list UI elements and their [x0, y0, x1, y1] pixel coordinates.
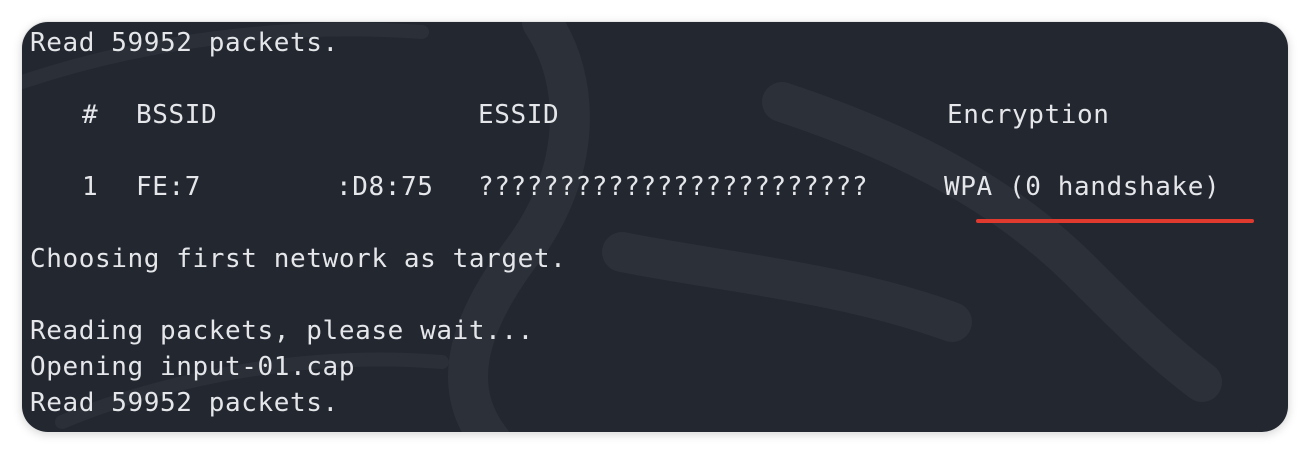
table-header-essid: ESSID: [478, 100, 560, 130]
table-row-encryption: WPA (0 handshake): [944, 172, 1221, 202]
table-header-bssid: BSSID: [136, 100, 218, 130]
output-line-read-packets-bottom: Read 59952 packets.: [30, 388, 339, 418]
table-header-number: #: [82, 100, 99, 130]
table-row-number: 1: [82, 172, 99, 202]
output-line-reading-packets: Reading packets, please wait...: [30, 316, 534, 346]
terminal-window: Read 59952 packets. # BSSID ESSID Encryp…: [22, 22, 1288, 432]
output-line-read-packets: Read 59952 packets.: [30, 28, 339, 58]
table-row-bssid-start: FE:7: [136, 172, 202, 202]
terminal-output: Read 59952 packets. # BSSID ESSID Encryp…: [22, 22, 1288, 432]
table-header-encryption: Encryption: [947, 100, 1110, 130]
output-line-opening-file: Opening input-01.cap: [30, 352, 356, 382]
table-row-essid: ????????????????????????: [478, 172, 869, 202]
table-row-bssid-end: :D8:75: [336, 172, 434, 202]
annotation-underline: [976, 219, 1254, 223]
output-line-choosing-target: Choosing first network as target.: [30, 244, 567, 274]
